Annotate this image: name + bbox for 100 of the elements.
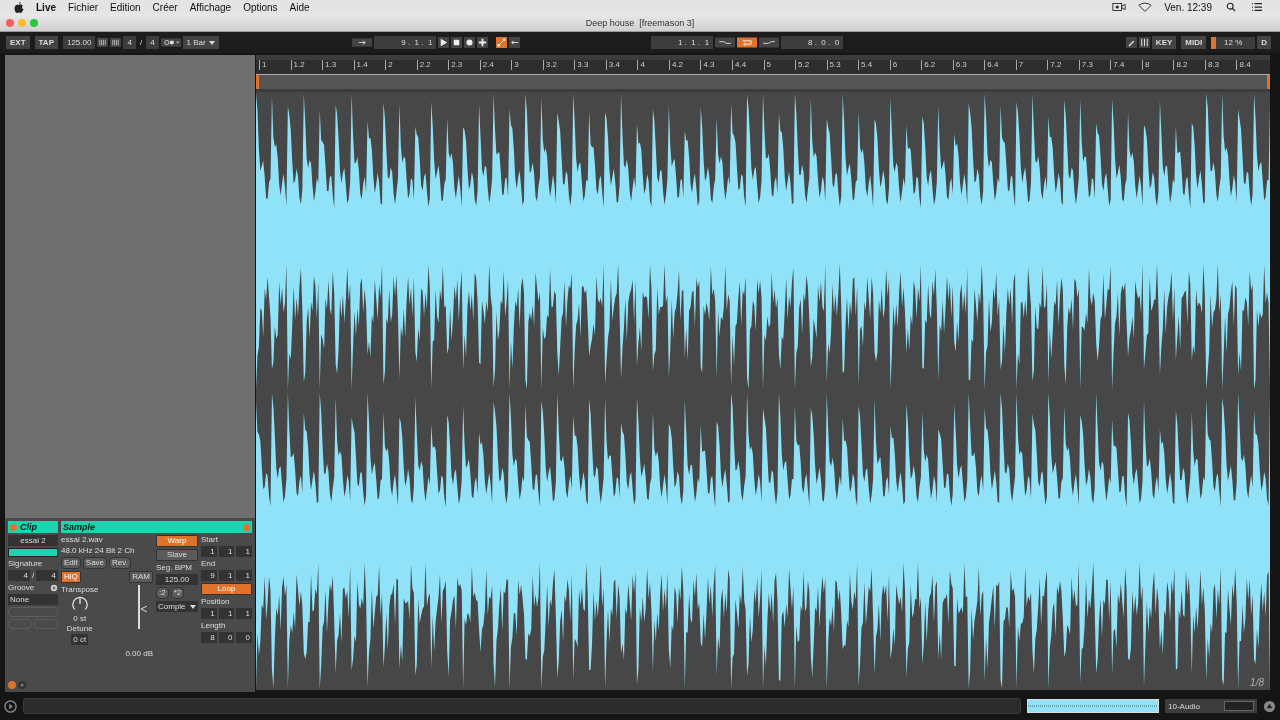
ruler-label: 3.2 bbox=[542, 60, 575, 70]
loop-length-field[interactable]: 8 . 0 . 0 bbox=[781, 36, 844, 49]
length-field[interactable]: 0 bbox=[236, 632, 252, 643]
search-icon[interactable] bbox=[1224, 2, 1238, 12]
ruler-label: 1.3 bbox=[322, 60, 354, 70]
menu-clock[interactable]: Ven. 12:39 bbox=[1164, 1, 1212, 13]
menu-item[interactable]: Options bbox=[243, 1, 278, 13]
ram-button[interactable]: RAM bbox=[129, 571, 153, 583]
menu-item[interactable]: Aide bbox=[289, 1, 310, 13]
automation-arm-icon[interactable] bbox=[496, 37, 508, 48]
ruler-label: 4.4 bbox=[731, 60, 764, 70]
halve-button[interactable]: :2 bbox=[156, 587, 169, 599]
ruler-label: 6.2 bbox=[921, 60, 953, 70]
length-label: Length bbox=[201, 621, 227, 630]
slave-button[interactable]: Slave bbox=[156, 549, 198, 561]
clip-activator-button[interactable] bbox=[10, 523, 17, 531]
ruler-label: 7.4 bbox=[1110, 60, 1142, 70]
loop-start-field[interactable]: 1 . 1 . 1 bbox=[651, 36, 714, 49]
cpu-reading: 12 % bbox=[1224, 38, 1243, 47]
caret-icon bbox=[208, 40, 215, 45]
sample-button[interactable]: Edit bbox=[61, 557, 81, 569]
end-field[interactable]: 1 bbox=[218, 570, 235, 581]
menu-item[interactable]: Créer bbox=[152, 1, 178, 13]
ruler-label: 6.3 bbox=[952, 60, 985, 70]
time-ruler[interactable]: 1 1.2 1.3 1.4 2 2.2 2.3 2.4 3 3.2 3.3 3.4 4 4.2 4.3 4.4 5 5.2 5.3 5.4 6 6.2 6.3 6.4 7 7.2 7.3 7.4 8 8.2 8.3 8.4 bbox=[256, 60, 1270, 75]
nudge-icon[interactable] bbox=[97, 37, 109, 48]
clip-color-dropdown[interactable] bbox=[8, 548, 58, 557]
transpose-label: Transpose bbox=[61, 585, 99, 594]
ruler-label: 8.4 bbox=[1236, 60, 1268, 70]
tempo-field[interactable]: 125.00 bbox=[62, 36, 96, 49]
ruler-label: 8.3 bbox=[1204, 60, 1237, 70]
play-icon[interactable] bbox=[438, 37, 450, 48]
position-field[interactable]: 1 bbox=[201, 608, 217, 619]
end-field[interactable]: 9 bbox=[201, 570, 217, 581]
signature-separator: / bbox=[138, 38, 144, 47]
signature-separator: / bbox=[31, 571, 35, 580]
ruler-label: 4.3 bbox=[700, 60, 732, 70]
double-button[interactable]: *2 bbox=[170, 587, 185, 599]
follow-icon[interactable] bbox=[352, 37, 373, 48]
start-field[interactable]: 1 bbox=[236, 546, 252, 557]
back-arrow-icon[interactable] bbox=[509, 37, 521, 48]
metronome-icon[interactable] bbox=[160, 37, 181, 48]
midi-map-button[interactable]: MIDI bbox=[1181, 36, 1207, 49]
sample-button[interactable]: Save bbox=[82, 557, 108, 569]
pencil-icon[interactable] bbox=[1125, 37, 1137, 48]
loop-icon[interactable] bbox=[737, 37, 758, 48]
ruler-label: 1.4 bbox=[353, 60, 386, 70]
punch-in-icon[interactable] bbox=[715, 37, 736, 48]
ruler-label: 1 bbox=[259, 60, 291, 70]
apple-icon[interactable] bbox=[14, 1, 24, 13]
disk-indicator: D bbox=[1257, 36, 1271, 49]
ruler-label: 5.3 bbox=[826, 60, 859, 70]
gain-slider-thumb[interactable] bbox=[139, 606, 147, 613]
clip-name-field[interactable]: essai 2 bbox=[8, 535, 58, 546]
ruler-label: 5.4 bbox=[858, 60, 890, 70]
arrangement-position[interactable]: 9 . 1 . 1 bbox=[374, 36, 437, 49]
groove-icon[interactable] bbox=[50, 583, 58, 592]
tap-button[interactable]: TAP bbox=[34, 36, 58, 49]
signature-numerator[interactable]: 4 bbox=[8, 570, 30, 581]
menu-item[interactable]: Affichage bbox=[189, 1, 232, 13]
warp-mode-dropdown[interactable]: Comple bbox=[156, 601, 198, 612]
track-selector[interactable]: 10-Audio bbox=[1165, 699, 1257, 713]
detune-field[interactable]: 0 ct bbox=[71, 634, 89, 645]
menu-item[interactable]: Live bbox=[36, 1, 56, 13]
start-label: Start bbox=[201, 535, 219, 544]
keyboard-icon[interactable] bbox=[1138, 37, 1150, 48]
ext-button[interactable]: EXT bbox=[6, 36, 30, 49]
scroll-bar[interactable] bbox=[23, 698, 1021, 714]
ruler-label: 2.4 bbox=[479, 60, 512, 70]
length-field[interactable]: 8 bbox=[201, 632, 217, 643]
start-field[interactable]: 1 bbox=[218, 546, 235, 557]
position-field[interactable]: 1 bbox=[236, 608, 252, 619]
sample-button[interactable]: Rev. bbox=[109, 557, 131, 569]
seg-bpm-field[interactable]: 125.00 bbox=[156, 574, 198, 585]
transpose-value: 0 st bbox=[73, 614, 87, 623]
signature-denominator[interactable]: 4 bbox=[36, 570, 58, 581]
menu-item[interactable]: Fichier bbox=[68, 1, 99, 13]
stop-icon[interactable] bbox=[451, 37, 463, 48]
gain-slider[interactable] bbox=[137, 585, 147, 629]
nudge-icon[interactable] bbox=[110, 37, 122, 48]
start-field[interactable]: 1 bbox=[201, 546, 217, 557]
key-map-button[interactable]: KEY bbox=[1151, 36, 1177, 49]
seg-bpm-label: Seg. BPM bbox=[156, 563, 193, 572]
end-field[interactable]: 1 bbox=[236, 570, 252, 581]
signature-numerator[interactable]: 4 bbox=[123, 36, 136, 49]
end-label: End bbox=[201, 559, 217, 568]
punch-out-icon[interactable] bbox=[759, 37, 780, 48]
ruler-label: 7.3 bbox=[1078, 60, 1111, 70]
quantize-dropdown[interactable]: 1 Bar bbox=[182, 36, 219, 49]
camera-icon[interactable] bbox=[1112, 2, 1127, 12]
plus-icon[interactable] bbox=[477, 37, 489, 48]
list-icon[interactable] bbox=[1250, 2, 1264, 12]
wifi-icon[interactable] bbox=[1138, 2, 1153, 12]
record-icon[interactable] bbox=[464, 37, 476, 48]
signature-denominator[interactable]: 4 bbox=[146, 36, 159, 49]
groove-dropdown[interactable]: None bbox=[8, 594, 58, 605]
menu-item[interactable]: Edition bbox=[110, 1, 141, 13]
length-field[interactable]: 0 bbox=[218, 632, 235, 643]
position-field[interactable]: 1 bbox=[218, 608, 235, 619]
sample-toggle-button[interactable] bbox=[243, 523, 250, 531]
